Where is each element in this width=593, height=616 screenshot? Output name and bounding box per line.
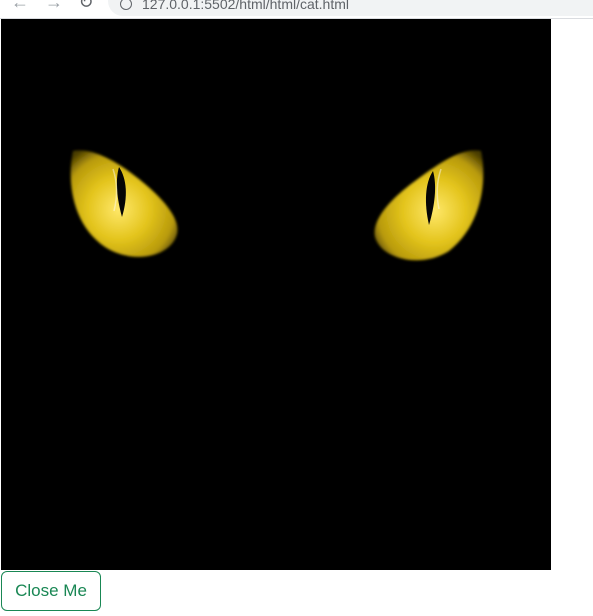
back-arrow-icon[interactable]: ← [10,0,30,12]
close-me-button[interactable]: Close Me [1,571,101,611]
cat-eyes-image [1,19,551,570]
forward-arrow-icon[interactable]: → [44,0,64,12]
cat-eyes-illustration [1,19,551,570]
reload-icon[interactable]: ↻ [76,0,96,12]
site-info-icon[interactable] [120,0,132,10]
browser-toolbar: ← → ↻ 127.0.0.1:5502/html/html/cat.html [0,0,593,19]
url-text[interactable]: 127.0.0.1:5502/html/html/cat.html [142,0,349,12]
address-bar[interactable]: 127.0.0.1:5502/html/html/cat.html [108,0,593,16]
